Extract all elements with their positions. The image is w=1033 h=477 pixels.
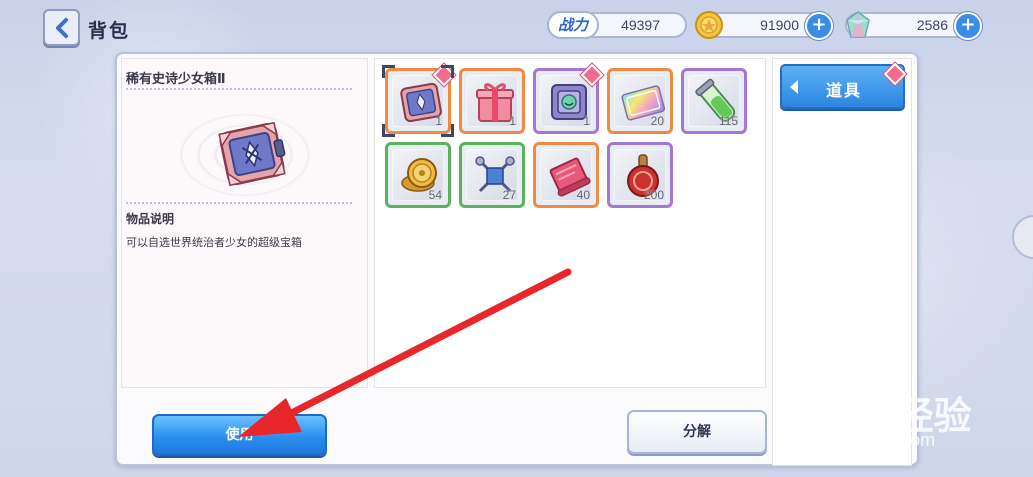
inventory-slot-chest[interactable]: 1 xyxy=(382,63,456,137)
item-count: 115 xyxy=(718,114,738,128)
item-count: 1 xyxy=(509,114,516,128)
power-value: 49397 xyxy=(621,17,660,33)
selection-corner xyxy=(441,124,454,137)
page-title: 背包 xyxy=(88,20,131,42)
gem-value: 2586 xyxy=(916,17,948,33)
inventory-slot-seal[interactable]: 200 xyxy=(607,142,673,208)
chevron-left-icon xyxy=(790,80,798,94)
coin-value: 91900 xyxy=(760,17,799,33)
new-badge-icon xyxy=(883,62,907,86)
divider xyxy=(126,202,352,204)
divider xyxy=(126,88,352,90)
inventory-slot-keys[interactable]: 27 xyxy=(459,142,525,208)
tab-props-label: 道具 xyxy=(826,81,863,100)
coin-icon xyxy=(695,11,723,39)
item-name: 稀有史诗少女箱Ⅱ xyxy=(126,72,226,87)
selection-corner xyxy=(441,65,454,78)
inventory-slot-coins[interactable]: 54 xyxy=(385,142,451,208)
watermark-url: jingyan.baidu.com xyxy=(790,430,936,450)
item-count: 200 xyxy=(643,188,664,202)
inventory-slot-gift[interactable]: 1 xyxy=(459,68,525,134)
inventory-slot-smiley-box[interactable]: 1 xyxy=(533,63,604,134)
add-gems-button[interactable]: + xyxy=(954,12,982,40)
split-button[interactable]: 分解 xyxy=(627,410,767,454)
item-count: 40 xyxy=(576,188,590,202)
item-count: 1 xyxy=(583,114,590,128)
description-text: 可以自选世界统治者少女的超级宝箱 xyxy=(126,236,302,249)
item-count: 27 xyxy=(502,188,516,202)
chevron-left-icon xyxy=(55,17,68,38)
gem-display: 2586 + xyxy=(845,11,982,40)
crystal-icon xyxy=(846,11,870,38)
inventory-slot-potion[interactable]: 115 xyxy=(681,68,747,134)
inventory-slot-ticket[interactable]: 20 xyxy=(607,68,673,134)
item-count: 54 xyxy=(428,188,442,202)
item-count: 20 xyxy=(650,114,664,128)
use-button[interactable]: 使用 xyxy=(152,414,327,456)
power-display: 战力 49397 xyxy=(547,11,687,39)
chest-icon xyxy=(218,121,286,187)
description-title: 物品说明 xyxy=(126,212,175,226)
selection-corner xyxy=(382,65,395,78)
coin-display: 91900 + xyxy=(695,11,833,40)
power-label: 战力 xyxy=(547,11,599,39)
selection-corner xyxy=(382,124,395,137)
add-coins-button[interactable]: + xyxy=(805,12,833,40)
inventory-slot-scroll[interactable]: 40 xyxy=(533,142,599,208)
back-button[interactable] xyxy=(43,9,80,46)
tab-props[interactable]: 道具 xyxy=(780,62,907,109)
